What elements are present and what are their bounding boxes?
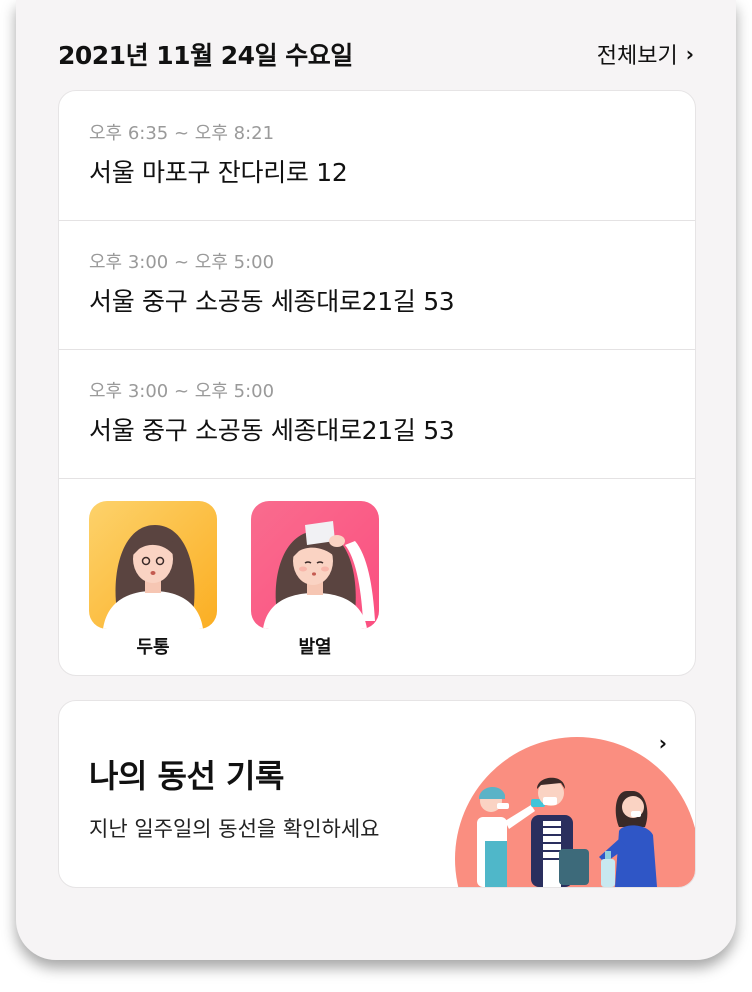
record-subtitle: 지난 일주일의 동선을 확인하세요 — [89, 817, 380, 841]
visit-address: 서울 중구 소공동 세종대로21길 53 — [89, 416, 455, 445]
symptom-list: 두통 발열 — [59, 479, 695, 675]
visit-time: 오후 3:00 ~ 오후 5:00 — [89, 252, 275, 273]
visit-address: 서울 중구 소공동 세종대로21길 53 — [89, 287, 455, 316]
record-title: 나의 동선 기록 — [89, 757, 284, 795]
visit-item[interactable]: 오후 6:35 ~ 오후 8:21 서울 마포구 잔다리로 12 — [59, 91, 695, 221]
visit-list-card: 오후 6:35 ~ 오후 8:21 서울 마포구 잔다리로 12 오후 3:00… — [58, 90, 696, 676]
fever-illustration — [251, 501, 379, 629]
temperature-check-illustration — [447, 731, 695, 887]
widget-panel: 2021년 11월 24일 수요일 전체보기 › 오후 6:35 ~ 오후 8:… — [16, 0, 736, 960]
symptom-headache[interactable]: 두통 — [89, 501, 217, 659]
visit-time: 오후 6:35 ~ 오후 8:21 — [89, 123, 275, 144]
headache-illustration — [89, 501, 217, 629]
view-all-label: 전체보기 — [596, 44, 678, 69]
symptom-label: 발열 — [298, 637, 332, 658]
visit-item[interactable]: 오후 3:00 ~ 오후 5:00 서울 중구 소공동 세종대로21길 53 — [59, 220, 695, 350]
symptom-label: 두통 — [136, 637, 170, 658]
chevron-right-icon: › — [685, 42, 694, 66]
date-title: 2021년 11월 24일 수요일 — [58, 41, 353, 70]
visit-time: 오후 3:00 ~ 오후 5:00 — [89, 381, 275, 402]
visit-address: 서울 마포구 잔다리로 12 — [89, 158, 348, 187]
symptom-fever[interactable]: 발열 — [251, 501, 379, 659]
view-all-button[interactable]: 전체보기 › — [597, 38, 694, 70]
visit-item[interactable]: 오후 3:00 ~ 오후 5:00 서울 중구 소공동 세종대로21길 53 — [59, 349, 695, 479]
my-route-record-card[interactable]: 나의 동선 기록 지난 일주일의 동선을 확인하세요 › — [58, 700, 696, 888]
panel-top — [16, 0, 736, 40]
